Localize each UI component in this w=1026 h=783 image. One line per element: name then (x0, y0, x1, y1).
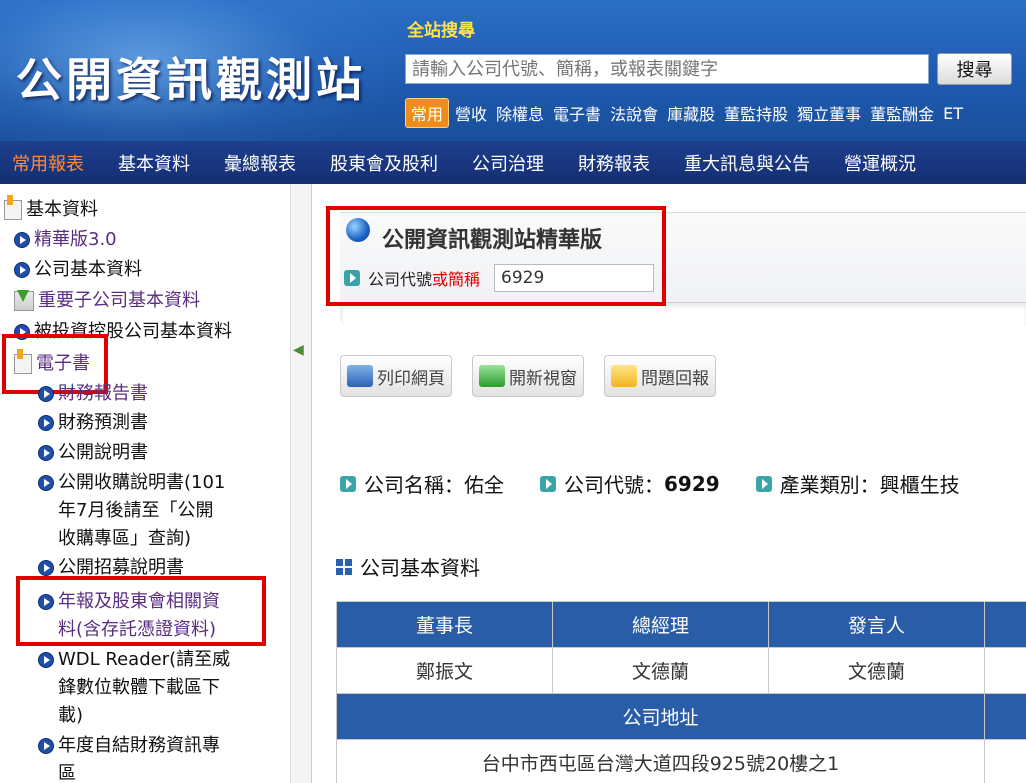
mail-icon (611, 365, 637, 387)
table-row: 鄭振文 文德蘭 文德蘭 (336, 647, 1026, 694)
folder-icon (4, 195, 22, 220)
cell-address: 台中市西屯區台灣大道四段925號20樓之1 (336, 739, 985, 783)
header-spokesperson: 發言人 (768, 601, 985, 648)
nav-announcements[interactable]: 重大訊息與公告 (667, 150, 827, 176)
header-extra-2 (984, 693, 1026, 740)
new-window-icon (479, 365, 505, 387)
arrow-bullet-icon (14, 232, 30, 248)
arrow-bullet-icon (38, 475, 54, 491)
site-header: 公開資訊觀測站 全站搜尋 搜尋 常用 營收 除權息 電子書 法說會 庫藏股 董監… (0, 0, 1026, 141)
company-info-row: 公司名稱： 佑全 公司代號： 6929 產業類別： 興櫃生技 (340, 469, 996, 498)
sidebar-folder-basic[interactable]: 基本資料 (4, 195, 98, 224)
sidebar-item-subsidiary[interactable]: 重要子公司基本資料 (14, 287, 200, 315)
main-nav: 常用報表 基本資料 彙總報表 股東會及股利 公司治理 財務報表 重大訊息與公告 … (0, 141, 1026, 184)
table-row: 公司地址 (336, 693, 1026, 740)
quick-link-ebook[interactable]: 電子書 (553, 101, 601, 125)
quick-link-conference[interactable]: 法說會 (610, 101, 658, 125)
nav-operations[interactable]: 營運概況 (827, 150, 933, 176)
company-code: 公司代號： 6929 (540, 469, 720, 498)
site-logo[interactable]: 公開資訊觀測站 (16, 44, 366, 110)
arrow-bullet-icon (38, 652, 54, 668)
sidebar-item-label: 精華版3.0 (34, 229, 117, 250)
quick-badge: 常用 (405, 98, 450, 128)
header-extra (984, 601, 1026, 648)
header-general-manager: 總經理 (552, 601, 769, 648)
table-row: 台中市西屯區台灣大道四段925號20樓之1 (336, 739, 1026, 783)
download-icon (14, 290, 34, 311)
company-name: 公司名稱： 佑全 (340, 469, 504, 498)
section-title: 公司基本資料 (336, 552, 480, 581)
cell-spokesperson: 文德蘭 (768, 647, 985, 694)
sidebar-item-label: 財務預測書 (58, 412, 148, 433)
arrow-bullet-icon (38, 560, 54, 576)
sidebar-item-highlight[interactable]: 精華版3.0 (14, 226, 117, 254)
arrow-square-icon (340, 475, 356, 492)
search-title: 全站搜尋 (407, 21, 475, 41)
sidebar-item-label: 年度自結財務資訊專 區 (58, 735, 220, 783)
main-content: 公開資訊觀測站精華版 公司代號或簡稱 列印網頁 開新視窗 問題回報 公司名稱：佑… (312, 184, 1026, 783)
sidebar-item-self-financial[interactable]: 年度自結財務資訊專 區 (38, 732, 220, 783)
arrow-square-icon (540, 475, 556, 492)
sidebar-item-company-basic[interactable]: 公司基本資料 (14, 256, 142, 284)
nav-basic-info[interactable]: 基本資料 (101, 150, 207, 176)
arrow-bullet-icon (38, 386, 54, 402)
arrow-bullet-icon (38, 415, 54, 431)
print-button[interactable]: 列印網頁 (340, 355, 452, 397)
printer-icon (347, 365, 373, 387)
grid-icon (336, 558, 352, 575)
basic-info-table: 董事長 總經理 發言人 鄭振文 文德蘭 文德蘭 公司地址 台中市西屯區台灣大道四… (336, 601, 1026, 783)
search-button[interactable]: 搜尋 (937, 53, 1012, 85)
sidebar-item-label: 財務報告書 (58, 383, 148, 404)
quick-link-revenue[interactable]: 營收 (455, 101, 487, 125)
highlight-box-panel (326, 206, 666, 306)
sidebar-item-wdl-reader[interactable]: WDL Reader(請至威 鋒數位軟體下載區下 載) (38, 646, 230, 730)
table-row: 董事長 總經理 發言人 (336, 601, 1026, 648)
nav-shareholders[interactable]: 股東會及股利 (313, 150, 455, 176)
quick-link-independent-director[interactable]: 獨立董事 (797, 101, 861, 125)
arrow-bullet-icon (14, 262, 30, 278)
sidebar-item-label: WDL Reader(請至威 鋒數位軟體下載區下 載) (58, 649, 231, 726)
nav-common-reports[interactable]: 常用報表 (0, 150, 101, 176)
quick-links: 常用 營收 除權息 電子書 法說會 庫藏股 董監持股 獨立董事 董監酬金 ET (405, 98, 972, 128)
cell-general-manager: 文德蘭 (552, 647, 769, 694)
sidebar-item-label: 公司基本資料 (34, 259, 142, 280)
sidebar-item-label: 基本資料 (26, 199, 98, 220)
cell-chairman: 鄭振文 (336, 647, 553, 694)
arrow-square-icon (755, 475, 772, 492)
sidebar: 基本資料 精華版3.0 公司基本資料 重要子公司基本資料 被投資控股公司基本資料… (0, 184, 290, 783)
header-address: 公司地址 (336, 693, 985, 740)
sidebar-item-forecast[interactable]: 財務預測書 (38, 409, 148, 437)
feedback-button[interactable]: 問題回報 (604, 355, 716, 397)
quick-link-director-pay[interactable]: 董監酬金 (870, 101, 934, 125)
nav-financials[interactable]: 財務報表 (561, 150, 667, 176)
collapse-arrow-icon[interactable]: ◀ (293, 342, 307, 360)
quick-link-etf[interactable]: ET (943, 104, 963, 123)
cell-extra (984, 647, 1026, 694)
new-window-button[interactable]: 開新視窗 (472, 355, 584, 397)
quick-link-director-holdings[interactable]: 董監持股 (724, 101, 788, 125)
arrow-bullet-icon (38, 738, 54, 754)
header-chairman: 董事長 (336, 601, 553, 648)
sidebar-item-financial-report[interactable]: 財務報告書 (38, 380, 148, 408)
sidebar-splitter[interactable]: ◀ (290, 184, 312, 783)
nav-governance[interactable]: 公司治理 (455, 150, 561, 176)
nav-summary-reports[interactable]: 彙總報表 (207, 150, 313, 176)
industry: 產業類別： 興櫃生技 (755, 469, 960, 498)
search-input[interactable] (405, 54, 929, 84)
highlight-box-annual-report (16, 576, 266, 646)
sidebar-item-label: 公開收購說明書(101 年7月後請至「公開 收購專區」查詢) (58, 472, 226, 549)
sidebar-item-label: 公開說明書 (58, 442, 148, 463)
quick-link-treasury[interactable]: 庫藏股 (667, 101, 715, 125)
sidebar-item-tender-offer[interactable]: 公開收購說明書(101 年7月後請至「公開 收購專區」查詢) (38, 469, 225, 553)
cell-extra-2 (984, 739, 1026, 783)
sidebar-item-prospectus[interactable]: 公開說明書 (38, 439, 148, 467)
quick-link-dividend[interactable]: 除權息 (496, 101, 544, 125)
arrow-bullet-icon (38, 445, 54, 461)
sidebar-item-label: 重要子公司基本資料 (38, 290, 200, 311)
